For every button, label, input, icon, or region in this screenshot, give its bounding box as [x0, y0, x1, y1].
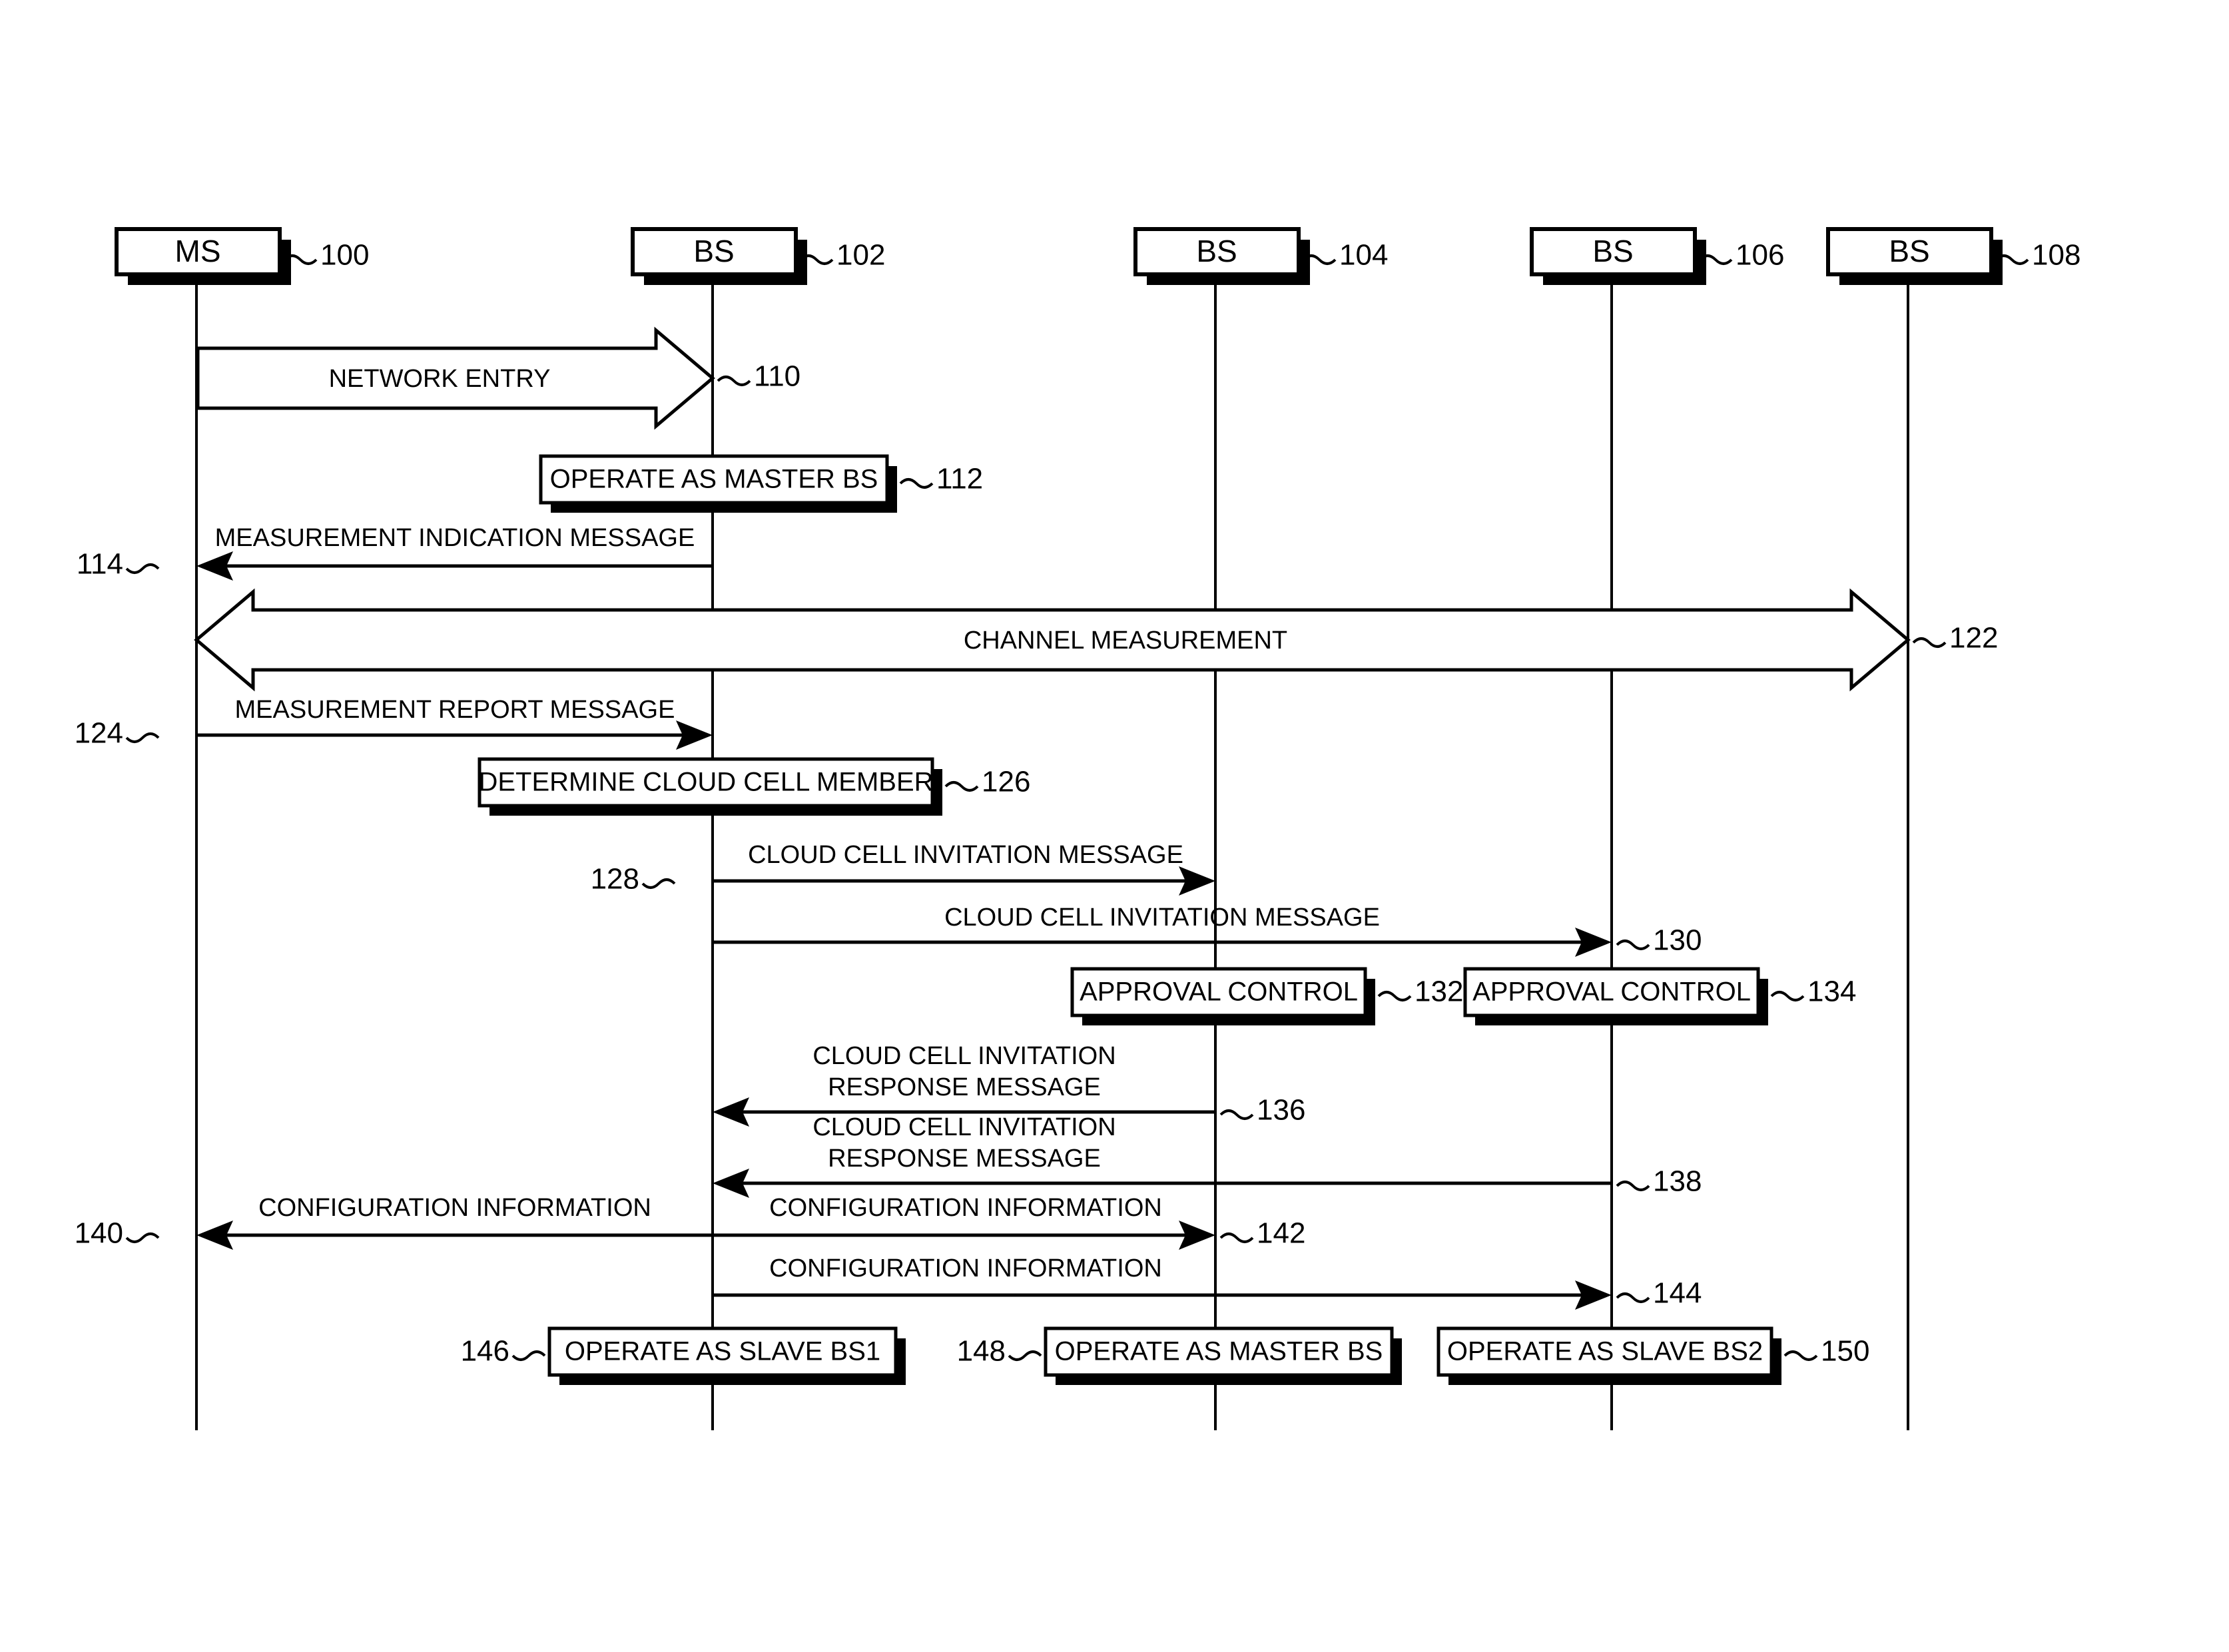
node-label: BS: [1592, 234, 1633, 268]
action-approval-control-132: APPROVAL CONTROL 132: [1070, 967, 1463, 1025]
message-channel-measurement: CHANNEL MEASUREMENT 122: [194, 588, 1998, 692]
ref-squiggle-icon: [1377, 991, 1412, 1001]
message-cloud-cell-invitation-response-138: CLOUD CELL INVITATION RESPONSE MESSAGE 1…: [713, 1113, 1702, 1198]
ref-number: 130: [1653, 924, 1702, 957]
action-label: OPERATE AS SLAVE BS2: [1447, 1337, 1763, 1366]
ref-number: 142: [1257, 1217, 1305, 1250]
ref-squiggle-icon: [899, 478, 934, 489]
message-label: CLOUD CELL INVITATION MESSAGE: [748, 841, 1183, 869]
ref-number: 136: [1257, 1094, 1305, 1127]
ref-number: 150: [1821, 1335, 1869, 1368]
node-label: BS: [1196, 234, 1237, 268]
message-cloud-cell-invitation-130: CLOUD CELL INVITATION MESSAGE 130: [713, 904, 1702, 957]
ref-squiggle-icon: [1616, 1181, 1650, 1191]
ref-number: 104: [1339, 239, 1388, 272]
ref-squiggle-icon: [1912, 637, 1947, 648]
ref-number: 134: [1807, 975, 1856, 1008]
message-label: MEASUREMENT REPORT MESSAGE: [235, 696, 675, 724]
ref-number: 122: [1949, 622, 1998, 655]
action-approval-control-134: APPROVAL CONTROL 134: [1463, 967, 1856, 1025]
ref-squiggle-icon: [125, 732, 160, 743]
ref-number: 112: [936, 463, 983, 495]
message-measurement-report: MEASUREMENT REPORT MESSAGE 124: [75, 696, 713, 750]
node-bs104: BS 104: [1133, 227, 1388, 285]
node-label: BS: [1889, 234, 1929, 268]
action-operate-as-slave-bs2-150: OPERATE AS SLAVE BS2 150: [1436, 1326, 1869, 1385]
message-cloud-cell-invitation-128: CLOUD CELL INVITATION MESSAGE 128: [591, 841, 1215, 896]
action-label: OPERATE AS MASTER BS: [550, 465, 878, 494]
message-label-line1: CLOUD CELL INVITATION: [812, 1113, 1115, 1141]
ref-squiggle-icon: [125, 1233, 160, 1243]
message-label: CONFIGURATION INFORMATION: [769, 1194, 1162, 1222]
action-label: APPROVAL CONTROL: [1080, 977, 1358, 1007]
message-label: CONFIGURATION INFORMATION: [258, 1194, 651, 1222]
action-determine-cloud-cell-member-126: DETERMINE CLOUD CELL MEMBER 126: [478, 757, 1030, 816]
node-ms100: MS 100: [115, 227, 369, 285]
ref-squiggle-icon: [1770, 991, 1805, 1001]
action-operate-as-slave-bs1-146: OPERATE AS SLAVE BS1 146: [461, 1326, 906, 1385]
ref-number: 140: [75, 1217, 123, 1250]
action-label: APPROVAL CONTROL: [1472, 977, 1751, 1007]
action-operate-as-master-bs-148: OPERATE AS MASTER BS 148: [957, 1326, 1402, 1385]
ref-squiggle-icon: [1219, 1233, 1254, 1243]
ref-squiggle-icon: [511, 1350, 546, 1361]
message-label: MEASUREMENT INDICATION MESSAGE: [215, 524, 695, 552]
ref-squiggle-icon: [1616, 940, 1650, 950]
ref-number: 146: [461, 1335, 509, 1368]
message-label-line1: CLOUD CELL INVITATION: [812, 1042, 1115, 1070]
ref-squiggle-icon: [1616, 1292, 1650, 1303]
ref-squiggle-icon: [1783, 1350, 1818, 1361]
node-label: MS: [175, 234, 221, 268]
message-network-entry: NETWORK ENTRY 110: [196, 326, 800, 430]
ref-number: 148: [957, 1335, 1006, 1368]
message-label: CLOUD CELL INVITATION MESSAGE: [944, 904, 1380, 932]
ref-squiggle-icon: [944, 781, 979, 792]
node-bs102: BS 102: [631, 227, 885, 285]
ref-number: 132: [1415, 975, 1463, 1008]
message-measurement-indication: MEASUREMENT INDICATION MESSAGE 114: [77, 524, 713, 581]
message-configuration-information-140: CONFIGURATION INFORMATION 140: [75, 1194, 713, 1250]
node-bs108: BS 108: [1826, 227, 2080, 285]
message-label-line2: RESPONSE MESSAGE: [828, 1073, 1101, 1101]
message-label-line2: RESPONSE MESSAGE: [828, 1145, 1101, 1173]
ref-number: 114: [77, 548, 123, 581]
ref-number: 126: [982, 766, 1030, 798]
ref-number: 100: [320, 239, 369, 272]
message-label: CONFIGURATION INFORMATION: [769, 1254, 1162, 1282]
ref-squiggle-icon: [125, 563, 160, 574]
ref-number: 110: [754, 360, 800, 393]
ref-squiggle-icon: [641, 878, 676, 889]
ref-number: 124: [75, 717, 123, 750]
action-operate-as-master-bs-112: OPERATE AS MASTER BS 112: [539, 454, 983, 513]
message-label: CHANNEL MEASUREMENT: [964, 627, 1287, 655]
ref-number: 108: [2032, 239, 2080, 272]
ref-number: 144: [1653, 1277, 1702, 1310]
action-label: DETERMINE CLOUD CELL MEMBER: [478, 768, 933, 797]
ref-number: 128: [591, 863, 639, 896]
action-label: OPERATE AS SLAVE BS1: [565, 1337, 880, 1366]
ref-squiggle-icon: [1219, 1109, 1254, 1120]
ref-number: 138: [1653, 1165, 1702, 1198]
node-label: BS: [693, 234, 734, 268]
ref-number: 106: [1736, 239, 1784, 272]
sequence-diagram-canvas: MS 100 BS 102 BS 104 BS 106 BS 108 NETWO…: [0, 0, 2229, 1652]
ref-squiggle-icon: [717, 376, 751, 386]
message-configuration-information-144: CONFIGURATION INFORMATION 144: [713, 1254, 1702, 1310]
ref-number: 102: [836, 239, 885, 272]
message-label: NETWORK ENTRY: [329, 365, 551, 393]
action-label: OPERATE AS MASTER BS: [1055, 1337, 1383, 1366]
ref-squiggle-icon: [1008, 1350, 1042, 1361]
node-bs106: BS 106: [1530, 227, 1784, 285]
